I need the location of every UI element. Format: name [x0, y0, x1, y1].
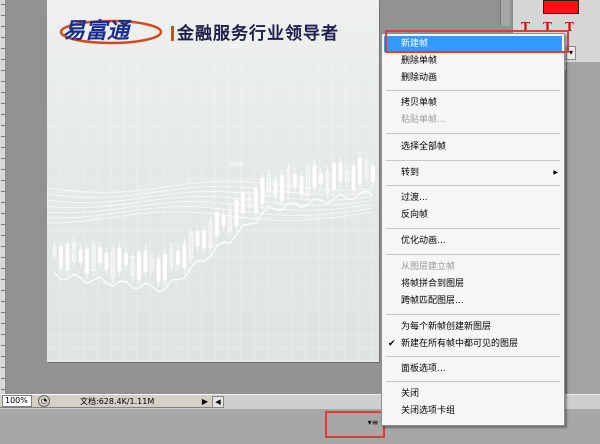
menu-item[interactable]: 选择全部帧 [382, 139, 564, 155]
zoom-field[interactable]: 100% [2, 395, 32, 407]
menu-separator [386, 90, 560, 91]
highlight-box [325, 411, 385, 438]
menu-item[interactable]: 转到 ▶ [382, 165, 564, 181]
banner-slogan: 金融服务行业领导者 [171, 19, 339, 44]
company-logo: 易富通 [59, 18, 163, 45]
panel-edge [500, 0, 510, 26]
menu-item[interactable]: 拷贝单帧 [382, 95, 564, 111]
highlight-box [385, 30, 569, 53]
color-swatch[interactable] [543, 0, 579, 14]
menu-item: 从图层建立帧 [401, 262, 456, 272]
scroll-left-icon[interactable]: ◀ [212, 396, 224, 408]
svg-text:易富通: 易富通 [63, 18, 133, 44]
menu-item[interactable]: 关闭选项卡组 [382, 403, 564, 419]
checkmark-icon: ✔ [388, 339, 396, 349]
menu-separator [386, 254, 560, 255]
status-menu-arrow-icon[interactable]: ▶ [200, 396, 210, 407]
menu-item[interactable]: 优化动画... [382, 233, 564, 249]
menu-separator [386, 381, 560, 382]
menu-item[interactable]: 删除单帧 [382, 53, 564, 69]
menu-separator [386, 133, 560, 134]
menu-item[interactable]: 关闭 [382, 386, 564, 402]
menu-separator [386, 228, 560, 229]
menu-item[interactable]: 删除动画 [382, 70, 564, 86]
document-canvas[interactable]: 易富通 金融服务行业领导者 sell buy [47, 0, 379, 362]
menu-item[interactable]: 面板选项... [382, 361, 564, 377]
menu-item[interactable]: 跨帧匹配图层... [382, 293, 564, 309]
menu-item[interactable]: 将帧拼合到图层 [382, 276, 564, 292]
submenu-arrow-icon: ▶ [553, 169, 558, 176]
animation-panel-menu: 新建帧 删除单帧 删除动画 拷贝单帧 粘贴单帧... 选择全部帧 转到 ▶ 过渡... 反向帧 优化… [381, 33, 565, 426]
menu-item[interactable]: 为每个新帧创建新图层 [382, 319, 564, 335]
document-size-info: 文档:628.4K/1.11M [80, 396, 155, 406]
vertical-ruler [0, 0, 6, 394]
stock-chart-image [47, 58, 379, 362]
menu-separator [386, 160, 560, 161]
menu-item[interactable]: 新建在所有帧中都可见的图层 ✔ [382, 336, 564, 352]
menu-separator [386, 356, 560, 357]
info-icon[interactable]: ◔ [38, 395, 50, 407]
status-bar: 100% ◔ 文档:628.4K/1.11M ▶ [0, 394, 232, 408]
side-panel [566, 62, 600, 394]
menu-item[interactable]: 反向帧 [382, 207, 564, 223]
menu-separator [386, 185, 560, 186]
sell-label: sell [230, 42, 242, 50]
menu-separator [386, 314, 560, 315]
menu-item[interactable]: 过渡... [382, 190, 564, 206]
buy-label: buy [230, 160, 244, 168]
menu-item: 粘贴单帧... [401, 115, 446, 125]
